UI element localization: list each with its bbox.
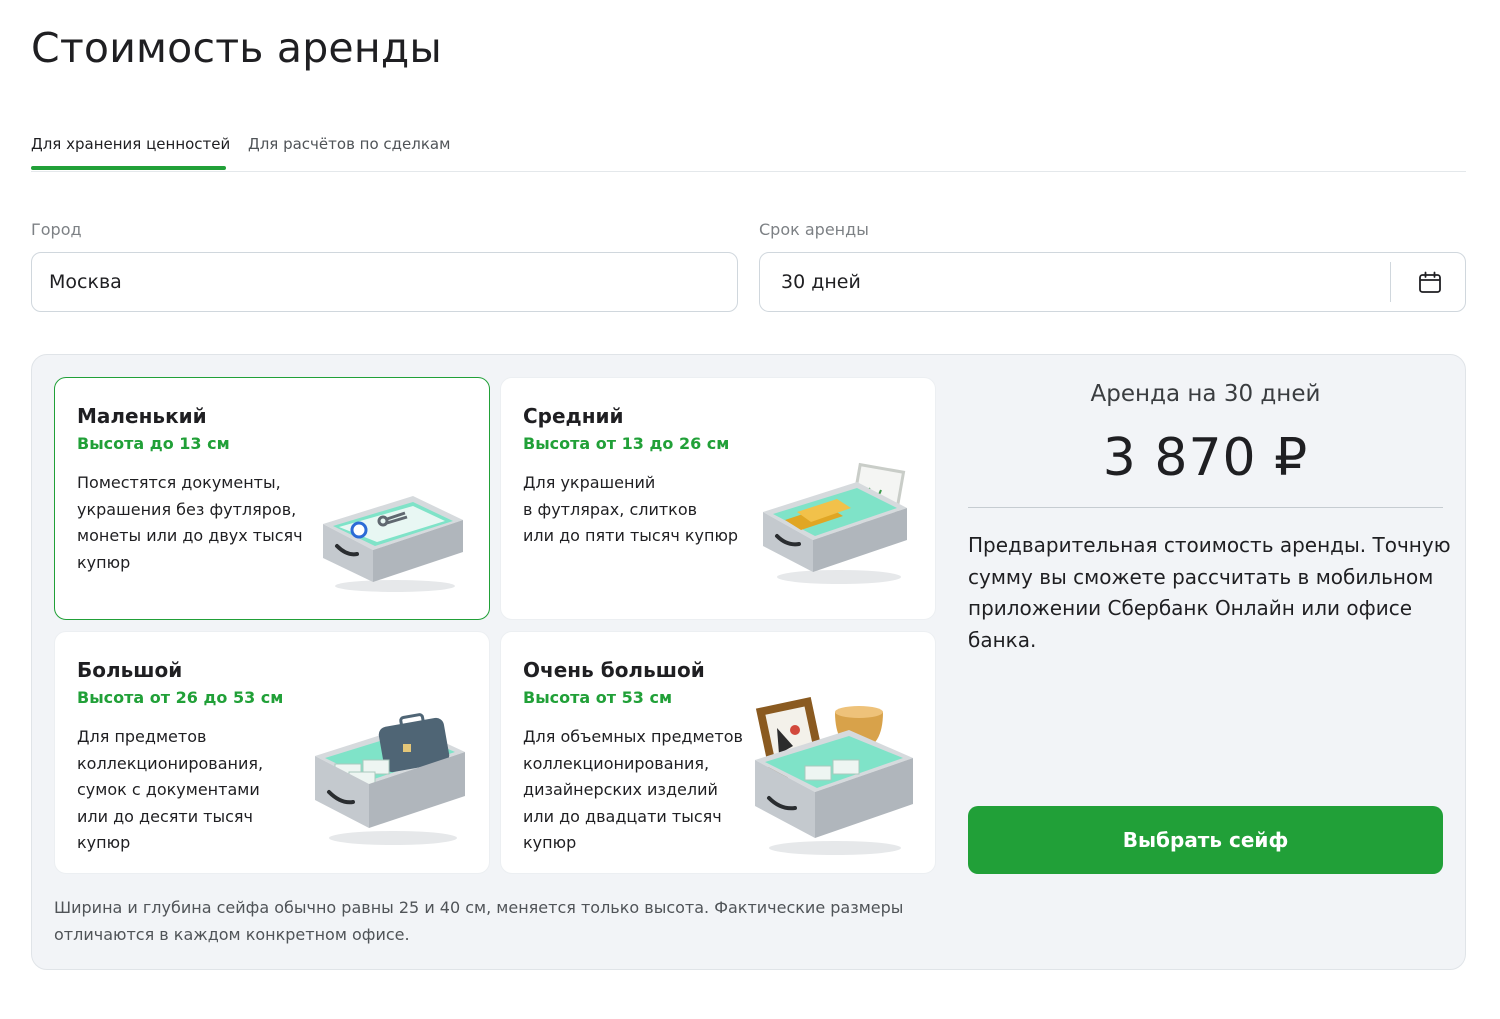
card-title: Большой bbox=[77, 658, 183, 682]
city-value: Москва bbox=[49, 271, 122, 293]
card-title: Средний bbox=[523, 404, 624, 428]
card-description: Поместятся документы, украшения без футля… bbox=[77, 473, 303, 572]
medium-safe-box-image bbox=[763, 462, 907, 584]
card-height: Высота от 26 до 53 см bbox=[77, 688, 284, 707]
card-title: Очень большой bbox=[523, 658, 705, 682]
term-field[interactable]: 30 дней bbox=[759, 252, 1466, 312]
extra-large-safe-box-image bbox=[755, 696, 913, 855]
safe-card-extra-large[interactable]: Очень большой Высота от 53 см Для объемн… bbox=[500, 631, 936, 874]
card-height: Высота до 13 см bbox=[77, 434, 230, 453]
city-label: Город bbox=[31, 220, 82, 239]
city-field[interactable]: Москва bbox=[31, 252, 738, 312]
rental-period-heading: Аренда на 30 дней bbox=[1090, 381, 1321, 407]
card-description: Для украшений в футлярах, слитков или до п… bbox=[523, 473, 739, 545]
card-title: Маленький bbox=[77, 404, 207, 428]
safe-card-medium[interactable]: Средний Высота от 13 до 26 см Для украше… bbox=[500, 377, 936, 620]
safe-card-small[interactable]: Маленький Высота до 13 см Поместятся док… bbox=[54, 377, 490, 620]
tab-valuables-storage[interactable]: Для хранения ценностей bbox=[31, 135, 230, 153]
size-footnote: Ширина и глубина сейфа обычно равны 25 и… bbox=[54, 898, 904, 944]
large-safe-box-image bbox=[315, 713, 465, 845]
rental-price: 3 870 ₽ bbox=[1102, 428, 1309, 488]
pricing-panel: Маленький Высота до 13 см Поместятся док… bbox=[31, 354, 1466, 970]
card-height: Высота от 53 см bbox=[523, 688, 673, 707]
term-value: 30 дней bbox=[781, 271, 861, 293]
choose-safe-button[interactable]: Выбрать сейф bbox=[968, 806, 1443, 874]
calendar-icon[interactable] bbox=[1417, 270, 1443, 296]
card-description: Для предметов коллекционирования, сумок с … bbox=[77, 727, 264, 852]
page-title: Стоимость аренды bbox=[31, 24, 442, 72]
field-divider bbox=[1390, 262, 1391, 302]
term-label: Срок аренды bbox=[759, 220, 869, 239]
card-description: Для объемных предметов коллекционирования… bbox=[523, 727, 743, 852]
small-safe-box-image bbox=[323, 496, 463, 592]
safe-card-large[interactable]: Большой Высота от 26 до 53 см Для предме… bbox=[54, 631, 490, 874]
tab-deal-settlements[interactable]: Для расчётов по сделкам bbox=[248, 135, 450, 153]
tabs: Для хранения ценностей Для расчётов по с… bbox=[31, 130, 1466, 172]
price-disclaimer: Предварительная стоимость аренды. Точную… bbox=[968, 533, 1451, 653]
divider bbox=[968, 507, 1443, 508]
active-tab-indicator bbox=[31, 166, 226, 170]
card-height: Высота от 13 до 26 см bbox=[523, 434, 730, 453]
